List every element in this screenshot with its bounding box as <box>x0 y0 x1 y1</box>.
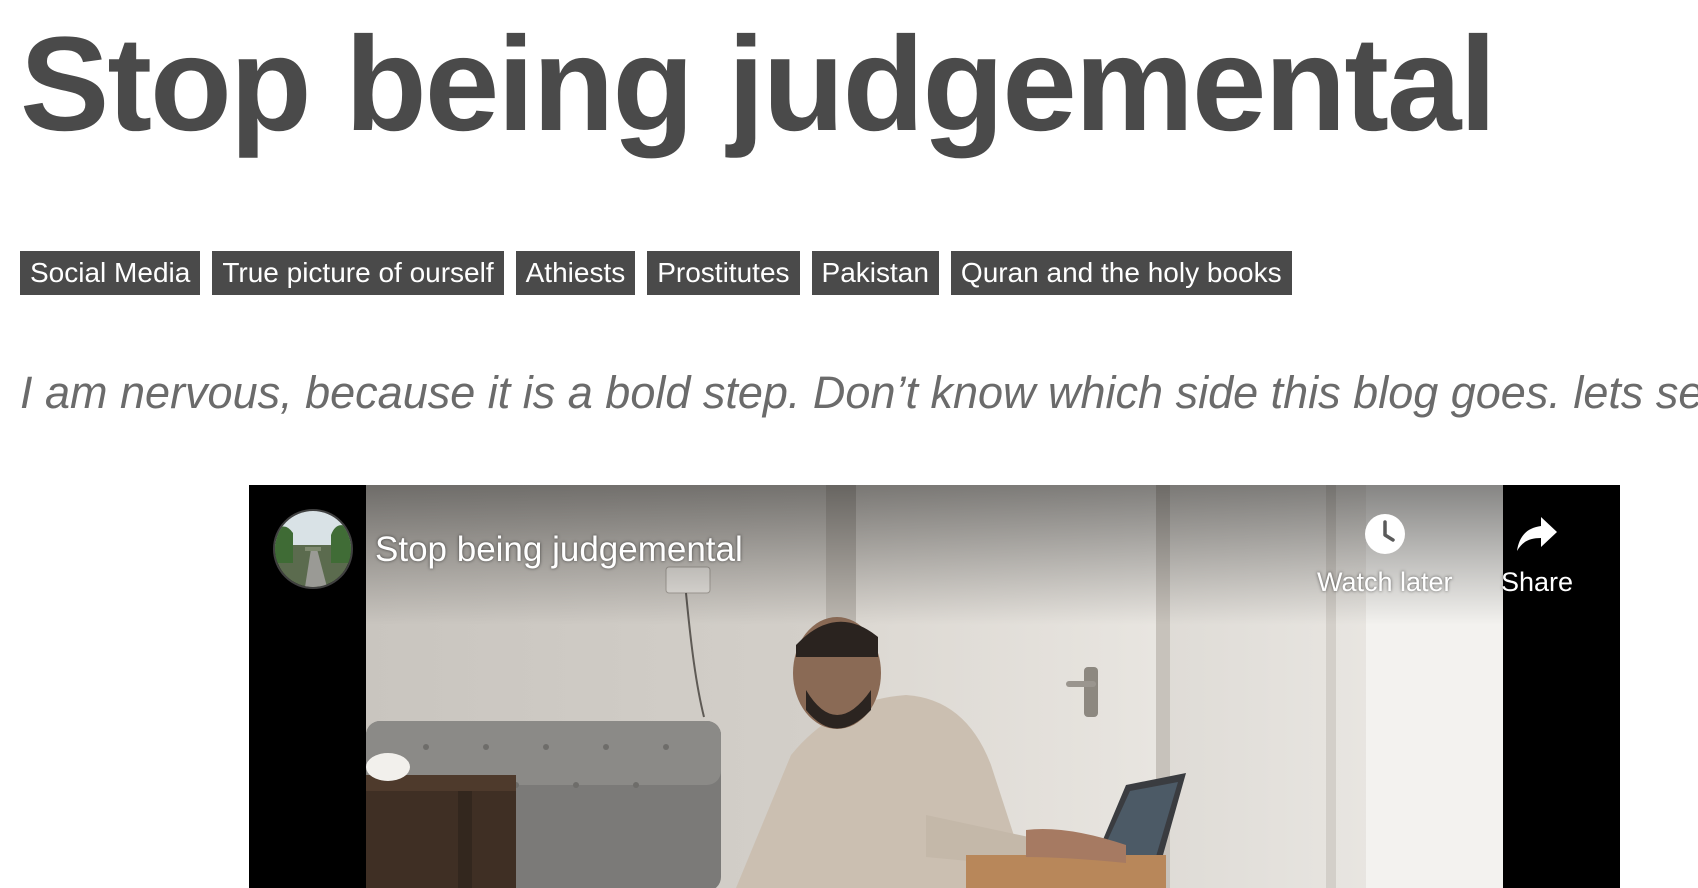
tag-list: Social Media True picture of ourself Ath… <box>20 251 1292 295</box>
tag-athiests[interactable]: Athiests <box>515 251 636 295</box>
tag-true-picture[interactable]: True picture of ourself <box>212 251 504 295</box>
channel-avatar[interactable] <box>273 509 353 589</box>
tag-quran[interactable]: Quran and the holy books <box>950 251 1292 295</box>
clock-icon <box>1362 511 1408 557</box>
post-title: Stop being judgemental <box>20 10 1497 159</box>
tag-prostitutes[interactable]: Prostitutes <box>647 251 800 295</box>
video-title[interactable]: Stop being judgemental <box>375 529 743 571</box>
blog-post: Stop being judgemental Social Media True… <box>0 0 1698 888</box>
video-embed[interactable]: Stop being judgemental Watch later Share <box>249 485 1620 888</box>
share-arrow-icon <box>1514 511 1560 557</box>
tag-social-media[interactable]: Social Media <box>20 251 201 295</box>
post-excerpt: I am nervous, because it is a bold step.… <box>20 367 1698 418</box>
watch-later-label: Watch later <box>1317 567 1453 597</box>
tag-pakistan[interactable]: Pakistan <box>811 251 939 295</box>
share-button[interactable]: Share <box>1501 511 1573 598</box>
share-label: Share <box>1501 567 1574 597</box>
watch-later-button[interactable]: Watch later <box>1317 511 1453 598</box>
